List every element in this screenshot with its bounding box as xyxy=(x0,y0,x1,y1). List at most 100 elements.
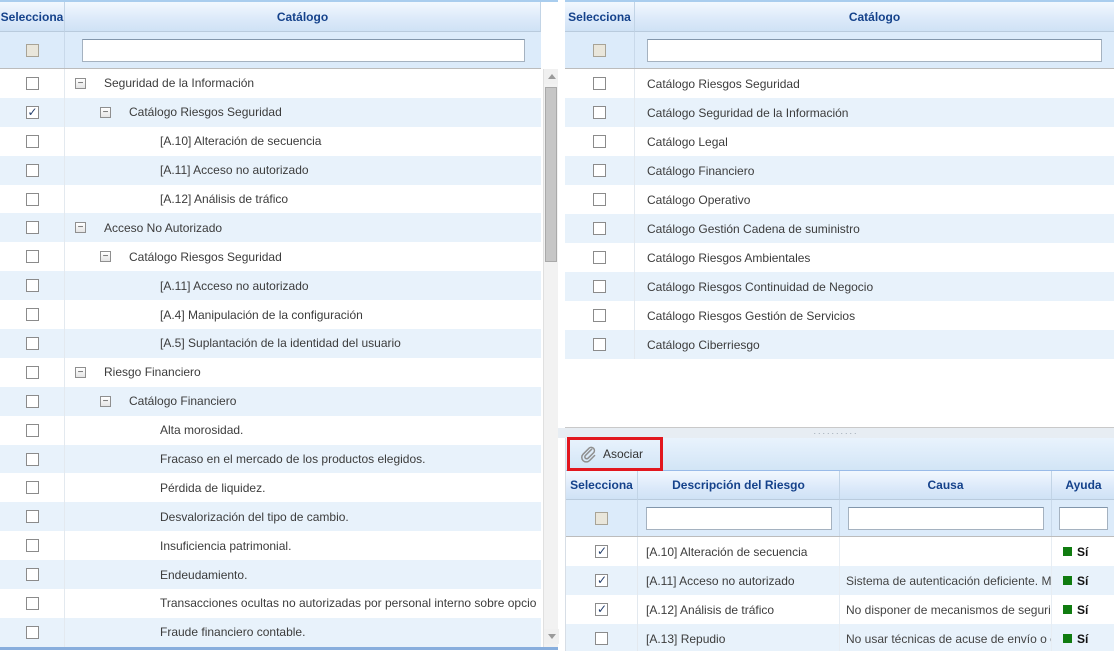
right-col-header-catalogo[interactable]: Catálogo xyxy=(635,2,1114,32)
row-checkbox[interactable] xyxy=(26,626,39,639)
tree-row[interactable]: −Catálogo Riesgos Seguridad xyxy=(0,242,541,271)
risk-row[interactable]: [A.11] Acceso no autorizadoSistema de au… xyxy=(566,566,1114,595)
row-checkbox[interactable] xyxy=(26,193,39,206)
left-filter-row xyxy=(0,32,541,69)
catalog-row[interactable]: Catálogo Ciberriesgo xyxy=(565,330,1114,359)
tree-row[interactable]: [A.5] Suplantación de la identidad del u… xyxy=(0,329,541,358)
tree-row[interactable]: Alta morosidad. xyxy=(0,416,541,445)
catalog-row[interactable]: Catálogo Riesgos Continuidad de Negocio xyxy=(565,272,1114,301)
row-checkbox[interactable] xyxy=(595,545,608,558)
tree-row[interactable]: −Catálogo Financiero xyxy=(0,387,541,416)
row-checkbox[interactable] xyxy=(26,250,39,263)
tree-label-cell: −Catálogo Financiero xyxy=(65,387,541,416)
asociar-button[interactable]: Asociar xyxy=(570,446,643,463)
catalog-row[interactable]: Catálogo Operativo xyxy=(565,185,1114,214)
risks-select-all-checkbox[interactable] xyxy=(595,512,608,525)
left-vertical-scrollbar[interactable] xyxy=(543,69,558,647)
descripcion-filter-input[interactable] xyxy=(646,507,832,530)
risks-col-header-selecciona[interactable]: Selecciona xyxy=(566,471,638,500)
row-checkbox[interactable] xyxy=(595,574,608,587)
tree-row[interactable]: [A.4] Manipulación de la configuración xyxy=(0,300,541,329)
left-search-input[interactable] xyxy=(82,39,525,62)
row-checkbox[interactable] xyxy=(593,309,606,322)
tree-row[interactable]: −Acceso No Autorizado xyxy=(0,213,541,242)
row-checkbox[interactable] xyxy=(593,77,606,90)
left-col-header-catalogo[interactable]: Catálogo xyxy=(65,2,541,32)
tree-row[interactable]: Pérdida de liquidez. xyxy=(0,473,541,502)
risk-row[interactable]: [A.12] Análisis de tráficoNo disponer de… xyxy=(566,595,1114,624)
row-checkbox[interactable] xyxy=(26,568,39,581)
row-checkbox[interactable] xyxy=(593,338,606,351)
row-checkbox[interactable] xyxy=(26,510,39,523)
minus-box-icon[interactable]: − xyxy=(75,222,86,233)
row-checkbox[interactable] xyxy=(26,221,39,234)
row-checkbox[interactable] xyxy=(26,597,39,610)
right-select-all-checkbox[interactable] xyxy=(593,44,606,57)
row-checkbox[interactable] xyxy=(26,164,39,177)
risk-row[interactable]: [A.10] Alteración de secuenciaSí xyxy=(566,537,1114,566)
risks-causa-filter-cell xyxy=(840,500,1052,536)
catalog-row[interactable]: Catálogo Riesgos Gestión de Servicios xyxy=(565,301,1114,330)
causa-cell: No disponer de mecanismos de seguri xyxy=(840,595,1052,624)
scrollbar-thumb[interactable] xyxy=(545,87,557,262)
row-checkbox[interactable] xyxy=(593,222,606,235)
tree-row[interactable]: Fraude financiero contable. xyxy=(0,618,541,647)
risks-col-header-descripcion[interactable]: Descripción del Riesgo xyxy=(638,471,840,500)
row-checkbox[interactable] xyxy=(593,193,606,206)
catalog-row[interactable]: Catálogo Legal xyxy=(565,127,1114,156)
tree-row[interactable]: [A.11] Acceso no autorizado xyxy=(0,271,541,300)
row-checkbox[interactable] xyxy=(593,280,606,293)
left-col-header-selecciona[interactable]: Selecciona xyxy=(0,2,65,32)
row-checkbox[interactable] xyxy=(26,539,39,552)
row-checkbox[interactable] xyxy=(593,135,606,148)
minus-box-icon[interactable]: − xyxy=(100,396,111,407)
tree-row[interactable]: [A.12] Análisis de tráfico xyxy=(0,185,541,214)
tree-row[interactable]: [A.11] Acceso no autorizado xyxy=(0,156,541,185)
row-checkbox[interactable] xyxy=(595,603,608,616)
row-checkbox[interactable] xyxy=(26,135,39,148)
catalog-row[interactable]: Catálogo Financiero xyxy=(565,156,1114,185)
tree-row[interactable]: Desvalorización del tipo de cambio. xyxy=(0,502,541,531)
tree-row[interactable]: [A.10] Alteración de secuencia xyxy=(0,127,541,156)
row-checkbox[interactable] xyxy=(26,279,39,292)
causa-filter-input[interactable] xyxy=(848,507,1044,530)
row-checkbox[interactable] xyxy=(26,424,39,437)
row-checkbox[interactable] xyxy=(26,106,39,119)
ayuda-filter-input[interactable] xyxy=(1059,507,1108,530)
tree-row[interactable]: Fracaso en el mercado de los productos e… xyxy=(0,445,541,474)
tree-row[interactable]: −Seguridad de la Información xyxy=(0,69,541,98)
row-checkbox[interactable] xyxy=(26,481,39,494)
minus-box-icon[interactable]: − xyxy=(75,367,86,378)
row-checkbox[interactable] xyxy=(595,632,608,645)
catalog-row[interactable]: Catálogo Riesgos Seguridad xyxy=(565,69,1114,98)
row-checkbox[interactable] xyxy=(26,308,39,321)
tree-row[interactable]: Insuficiencia patrimonial. xyxy=(0,531,541,560)
minus-box-icon[interactable]: − xyxy=(100,107,111,118)
tree-row[interactable]: Endeudamiento. xyxy=(0,560,541,589)
scroll-up-button[interactable] xyxy=(544,69,559,84)
row-checkbox[interactable] xyxy=(593,164,606,177)
row-checkbox[interactable] xyxy=(26,453,39,466)
row-checkbox[interactable] xyxy=(26,77,39,90)
row-checkbox[interactable] xyxy=(26,366,39,379)
minus-box-icon[interactable]: − xyxy=(100,251,111,262)
tree-row[interactable]: −Catálogo Riesgos Seguridad xyxy=(0,98,541,127)
catalog-row[interactable]: Catálogo Riesgos Ambientales xyxy=(565,243,1114,272)
row-checkbox[interactable] xyxy=(26,395,39,408)
row-checkbox[interactable] xyxy=(593,106,606,119)
left-select-all-checkbox[interactable] xyxy=(26,44,39,57)
risks-col-header-ayuda[interactable]: Ayuda xyxy=(1052,471,1114,500)
tree-row[interactable]: −Riesgo Financiero xyxy=(0,358,541,387)
left-tree-body: −Seguridad de la Información−Catálogo Ri… xyxy=(0,69,541,647)
row-checkbox[interactable] xyxy=(26,337,39,350)
minus-box-icon[interactable]: − xyxy=(75,78,86,89)
risk-row[interactable]: [A.13] RepudioNo usar técnicas de acuse … xyxy=(566,624,1114,651)
right-search-input[interactable] xyxy=(647,39,1102,62)
catalog-row[interactable]: Catálogo Gestión Cadena de suministro xyxy=(565,214,1114,243)
risks-col-header-causa[interactable]: Causa xyxy=(840,471,1052,500)
right-col-header-selecciona[interactable]: Selecciona xyxy=(565,2,635,32)
scroll-down-button[interactable] xyxy=(544,629,559,644)
tree-row[interactable]: Transacciones ocultas no autorizadas por… xyxy=(0,589,541,618)
row-checkbox[interactable] xyxy=(593,251,606,264)
catalog-row[interactable]: Catálogo Seguridad de la Información xyxy=(565,98,1114,127)
